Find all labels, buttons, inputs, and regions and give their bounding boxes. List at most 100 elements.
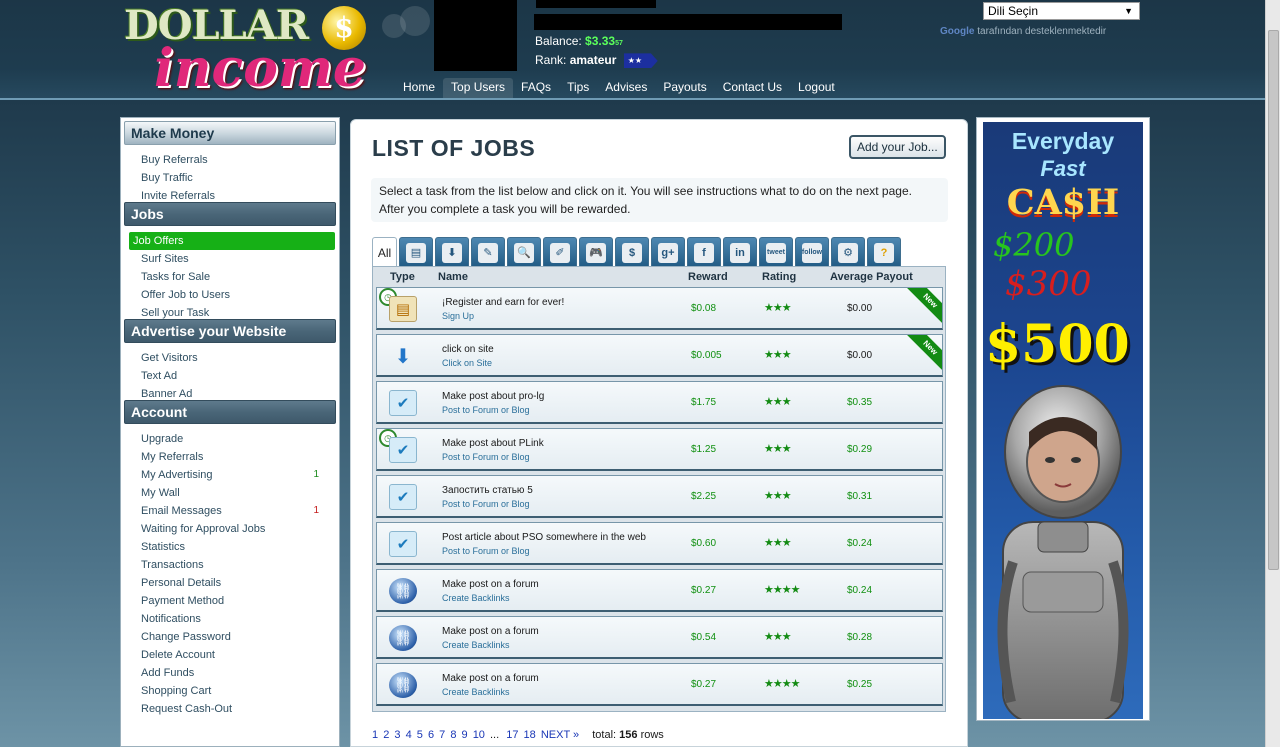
page-link-6[interactable]: 6 bbox=[428, 729, 434, 741]
table-row[interactable]: ⛓ Make post on a forum Create Backlinks … bbox=[376, 663, 943, 706]
account-menu: Upgrade My Referrals My Advertising 1 My … bbox=[121, 424, 339, 720]
tab-search[interactable]: 🔍 bbox=[507, 237, 541, 267]
job-rating-stars: ★★★ bbox=[764, 349, 792, 361]
menu-get-visitors[interactable]: Get Visitors bbox=[129, 349, 335, 367]
page-link-3[interactable]: 3 bbox=[394, 729, 400, 741]
menu-change-password[interactable]: Change Password bbox=[129, 628, 335, 646]
nav-tips[interactable]: Tips bbox=[559, 78, 597, 98]
page-link-10[interactable]: 10 bbox=[473, 729, 485, 741]
menu-buy-referrals[interactable]: Buy Referrals bbox=[129, 151, 335, 169]
add-your-job-button[interactable]: Add your Job... bbox=[849, 135, 946, 159]
tab-google-plus[interactable]: g+ bbox=[651, 237, 685, 267]
language-select[interactable]: Dili Seçin ▼ bbox=[983, 2, 1140, 20]
rank-display: Rank: amateur ★★ bbox=[535, 53, 658, 69]
menu-transactions[interactable]: Transactions bbox=[129, 556, 335, 574]
nav-advises[interactable]: Advises bbox=[597, 78, 655, 98]
advertisement-banner[interactable]: Everyday Fast CA$H $200 $300 $500 bbox=[983, 122, 1143, 719]
menu-shopping-cart[interactable]: Shopping Cart bbox=[129, 682, 335, 700]
menu-job-offers[interactable]: Job Offers bbox=[129, 232, 335, 250]
balance-label: Balance: bbox=[535, 34, 582, 48]
job-average-payout: $0.25 bbox=[847, 679, 873, 690]
menu-add-funds[interactable]: Add Funds bbox=[129, 664, 335, 682]
table-row[interactable]: ⬇ click on site Click on Site $0.005 ★★★… bbox=[376, 334, 943, 377]
menu-upgrade[interactable]: Upgrade bbox=[129, 430, 335, 448]
job-average-payout: $0.24 bbox=[847, 585, 873, 596]
tab-facebook[interactable]: f bbox=[687, 237, 721, 267]
table-row[interactable]: ◷ ✔ Make post about PLink Post to Forum … bbox=[376, 428, 943, 471]
tab-game[interactable]: 🎮 bbox=[579, 237, 613, 267]
menu-payment-method[interactable]: Payment Method bbox=[129, 592, 335, 610]
tab-click[interactable]: ⬇ bbox=[435, 237, 469, 267]
job-reward: $0.27 bbox=[691, 679, 717, 690]
table-row[interactable]: ✔ Make post about pro-lg Post to Forum o… bbox=[376, 381, 943, 424]
page-link-17[interactable]: 17 bbox=[506, 729, 518, 741]
job-name: Make post about pro-lg bbox=[442, 391, 545, 402]
money-icon: $ bbox=[622, 242, 642, 263]
page-link-5[interactable]: 5 bbox=[417, 729, 423, 741]
menu-my-wall[interactable]: My Wall bbox=[129, 484, 335, 502]
instructions-box: Select a task from the list below and cl… bbox=[371, 178, 948, 222]
menu-waiting-approval-jobs[interactable]: Waiting for Approval Jobs bbox=[129, 520, 335, 538]
menu-offer-job-to-users[interactable]: Offer Job to Users bbox=[129, 286, 335, 304]
tab-settings[interactable]: ⚙ bbox=[831, 237, 865, 267]
page-link-4[interactable]: 4 bbox=[406, 729, 412, 741]
page-scrollbar[interactable] bbox=[1265, 0, 1280, 747]
menu-surf-sites[interactable]: Surf Sites bbox=[129, 250, 335, 268]
tab-tools[interactable]: ✐ bbox=[543, 237, 577, 267]
table-row[interactable]: ⛓ Make post on a forum Create Backlinks … bbox=[376, 616, 943, 659]
tab-all[interactable]: All bbox=[372, 237, 397, 267]
tab-twitter-tweet[interactable]: tweet bbox=[759, 237, 793, 267]
page-link-2[interactable]: 2 bbox=[383, 729, 389, 741]
page-link-1[interactable]: 1 bbox=[372, 729, 378, 741]
col-name: Name bbox=[438, 271, 468, 283]
mouse-click-icon: ⬇ bbox=[394, 345, 412, 368]
nav-faqs[interactable]: FAQs bbox=[513, 78, 559, 98]
page-link-7[interactable]: 7 bbox=[439, 729, 445, 741]
section-heading-jobs: Jobs bbox=[124, 202, 336, 226]
job-name: Post article about PSO somewhere in the … bbox=[442, 532, 646, 543]
table-row[interactable]: ⛓ Make post on a forum Create Backlinks … bbox=[376, 569, 943, 612]
tab-linkedin[interactable]: in bbox=[723, 237, 757, 267]
menu-buy-traffic[interactable]: Buy Traffic bbox=[129, 169, 335, 187]
post-document-icon: ✔ bbox=[389, 484, 417, 510]
menu-statistics[interactable]: Statistics bbox=[129, 538, 335, 556]
menu-email-messages[interactable]: Email Messages 1 bbox=[129, 502, 335, 520]
tab-post[interactable]: ✎ bbox=[471, 237, 505, 267]
page-link-9[interactable]: 9 bbox=[462, 729, 468, 741]
twitter-follow-icon: follow bbox=[802, 242, 822, 263]
menu-text-ad[interactable]: Text Ad bbox=[129, 367, 335, 385]
table-row[interactable]: ✔ Запостить статью 5 Post to Forum or Bl… bbox=[376, 475, 943, 518]
site-logo[interactable]: DOLLAR $ income bbox=[124, 2, 374, 99]
menu-tasks-for-sale[interactable]: Tasks for Sale bbox=[129, 268, 335, 286]
google-logo-text[interactable]: Google bbox=[940, 26, 974, 37]
menu-delete-account[interactable]: Delete Account bbox=[129, 646, 335, 664]
table-row[interactable]: ◷ ▤ ¡Register and earn for ever! Sign Up… bbox=[376, 287, 943, 330]
menu-personal-details[interactable]: Personal Details bbox=[129, 574, 335, 592]
nav-logout[interactable]: Logout bbox=[790, 78, 843, 98]
pagination: 1 2 3 4 5 6 7 8 9 10 ... 17 18 NEXT » to… bbox=[372, 729, 664, 741]
site-header: DOLLAR $ income Balance: $3.3357 Rank: a… bbox=[0, 0, 1265, 100]
tab-help[interactable]: ? bbox=[867, 237, 901, 267]
table-row[interactable]: ✔ Post article about PSO somewhere in th… bbox=[376, 522, 943, 565]
nav-top-users[interactable]: Top Users bbox=[443, 78, 514, 98]
job-average-payout: $0.28 bbox=[847, 632, 873, 643]
scrollbar-thumb[interactable] bbox=[1268, 30, 1279, 570]
nav-home[interactable]: Home bbox=[395, 78, 443, 98]
menu-notifications[interactable]: Notifications bbox=[129, 610, 335, 628]
redacted-text bbox=[536, 0, 656, 8]
job-average-payout: $0.35 bbox=[847, 397, 873, 408]
nav-payouts[interactable]: Payouts bbox=[655, 78, 714, 98]
page-link-8[interactable]: 8 bbox=[450, 729, 456, 741]
new-ribbon: New bbox=[906, 335, 942, 372]
tab-register[interactable]: ▤ bbox=[399, 237, 433, 267]
page-link-18[interactable]: 18 bbox=[524, 729, 536, 741]
nav-contact-us[interactable]: Contact Us bbox=[715, 78, 790, 98]
tab-twitter-follow[interactable]: follow bbox=[795, 237, 829, 267]
job-category: Post to Forum or Blog bbox=[442, 452, 530, 462]
menu-request-cash-out[interactable]: Request Cash-Out bbox=[129, 700, 335, 718]
menu-my-advertising[interactable]: My Advertising 1 bbox=[129, 466, 335, 484]
backlink-globe-icon: ⛓ bbox=[389, 625, 417, 651]
tab-money[interactable]: $ bbox=[615, 237, 649, 267]
next-page-link[interactable]: NEXT » bbox=[541, 729, 579, 741]
menu-my-referrals[interactable]: My Referrals bbox=[129, 448, 335, 466]
